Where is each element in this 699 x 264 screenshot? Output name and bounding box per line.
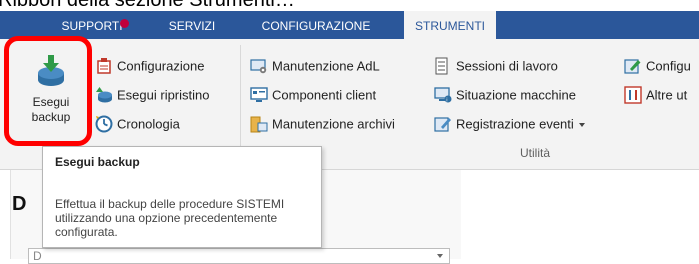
tab-label: SERVIZI [168,19,216,33]
group-label-utilita: Utilità [520,146,551,160]
config-edit-button[interactable]: Configu [624,56,691,76]
configuration-button[interactable]: Configurazione [95,56,204,76]
maintenance-adl-label: Manutenzione AdL [272,58,380,74]
history-button[interactable]: Cronologia [95,114,180,134]
tooltip-body: Effettua il backup delle procedure SISTE… [55,197,285,239]
client-components-button[interactable]: Componenti client [250,85,376,105]
page-title: D [12,193,27,215]
event-log-button[interactable]: Registrazione eventi [434,114,585,134]
maintenance-adl-icon [250,57,268,75]
chevron-down-icon [437,254,443,258]
history-label: Cronologia [117,116,180,132]
tab-label: CONFIGURAZIONE [261,19,371,33]
ribbon-tab-bar: SUPPORTI SERVIZI CONFIGURAZIONE STRUMENT… [0,11,699,40]
dropdown-value: D [33,249,42,263]
client-components-icon [250,86,268,104]
machines-status-label: Situazione macchine [456,87,576,103]
chevron-down-icon[interactable] [578,122,585,127]
dropdown-field[interactable]: D [28,248,450,264]
config-edit-label: Configu [646,58,691,74]
tooltip: Esegui backup Effettua il backup delle p… [42,146,322,248]
tab-configurazione[interactable]: CONFIGURAZIONE [248,11,384,39]
config-edit-icon [624,57,642,75]
work-sessions-button[interactable]: Sessioni di lavoro [434,56,558,76]
work-sessions-label: Sessioni di lavoro [456,58,558,74]
run-restore-button[interactable]: Esegui ripristino [95,85,210,105]
tab-label: SUPPORTI [61,19,123,33]
history-icon [95,115,113,133]
caption-strip: Ribbon della sezione Strumenti… [0,0,699,11]
archive-maintenance-icon [250,115,268,133]
restore-icon [95,86,113,104]
client-components-label: Componenti client [272,87,377,103]
tooltip-title: Esegui backup [55,155,140,169]
event-log-label: Registrazione eventi [456,116,574,132]
other-tools-label: Altre ut [646,87,688,103]
other-tools-button[interactable]: Altre ut [624,85,687,105]
tab-servizi[interactable]: SERVIZI [160,11,224,39]
highlight-frame [4,36,92,146]
configuration-icon [95,57,113,75]
work-sessions-icon [434,57,452,75]
event-log-icon [434,115,452,133]
machines-status-icon: i [434,86,452,104]
archive-maintenance-label: Manutenzione archivi [272,116,395,132]
machines-status-button[interactable]: i Situazione macchine [434,85,576,105]
run-restore-label: Esegui ripristino [117,87,210,103]
other-tools-icon [624,85,642,104]
tab-label: STRUMENTI [415,19,485,33]
maintenance-adl-button[interactable]: Manutenzione AdL [250,56,380,76]
tab-strumenti[interactable]: STRUMENTI [404,11,496,40]
archive-maintenance-button[interactable]: Manutenzione archivi [250,114,395,134]
caption-text: Ribbon della sezione Strumenti… [0,0,295,11]
configuration-label: Configurazione [117,58,205,74]
notification-dot [120,19,129,28]
svg-text:i: i [446,97,447,103]
